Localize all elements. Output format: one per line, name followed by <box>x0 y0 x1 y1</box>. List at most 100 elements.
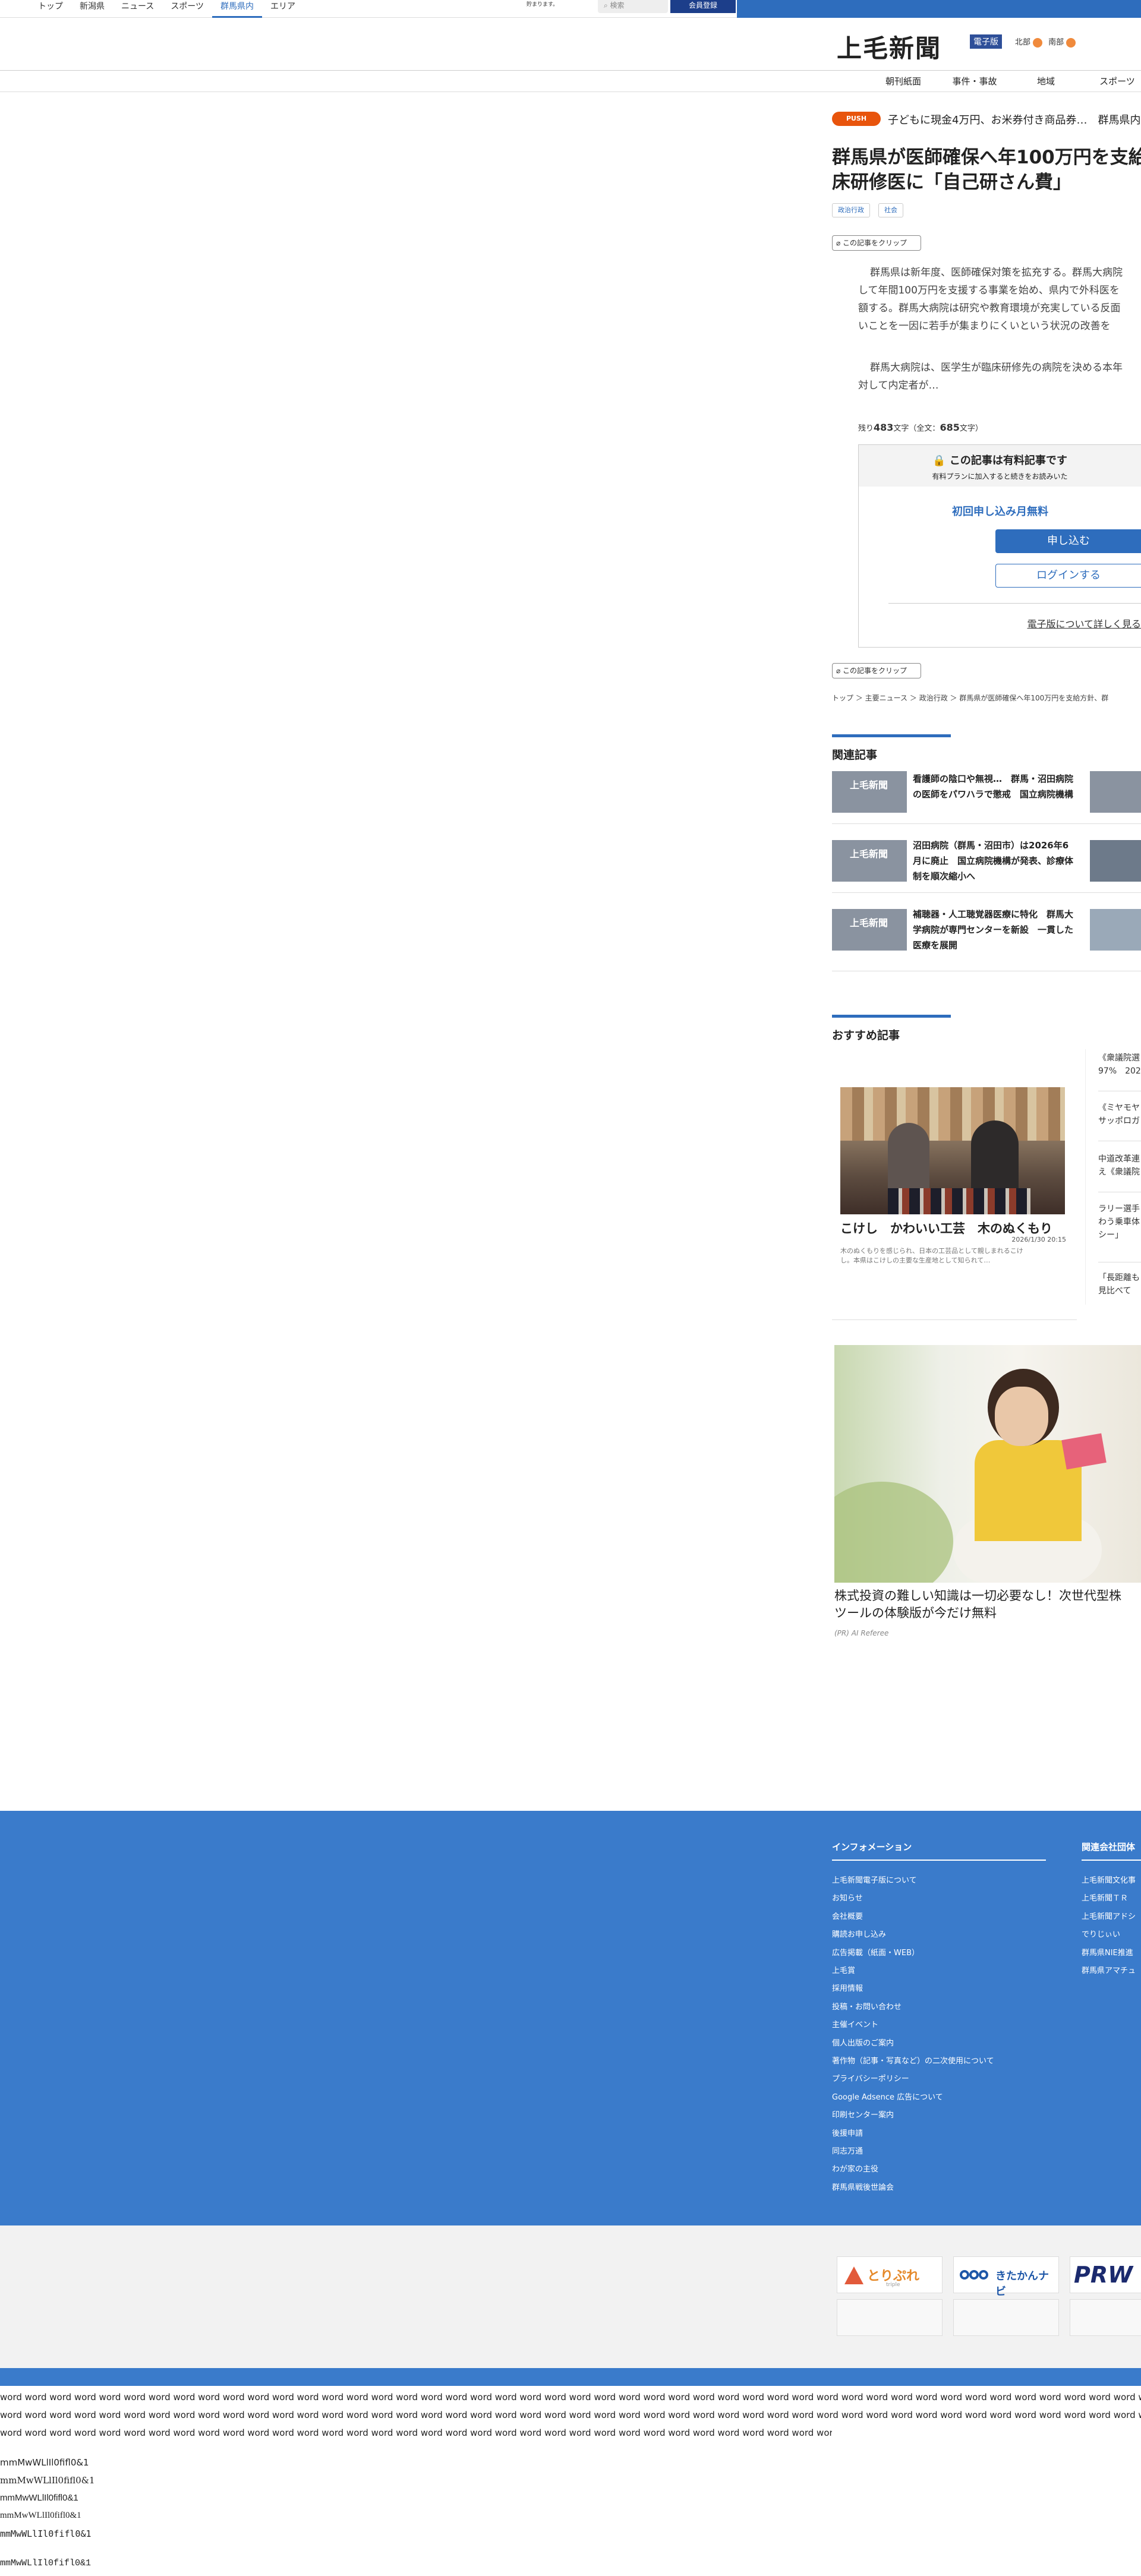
related-link[interactable]: 補聴器・人工聴覚器医療に特化 群馬大 学病院が専門センターを新設 一貫した 医療を展… <box>913 907 1085 953</box>
footer-group-link[interactable]: でりじぃい <box>1082 1928 1120 1939</box>
recommend-side-link[interactable]: 《ミヤモヤ サッポロガ <box>1098 1101 1141 1128</box>
gnav-item[interactable]: 地域 <box>1010 75 1082 87</box>
clip-button[interactable]: ⌀ この記事をクリップ <box>832 235 921 251</box>
gnav-item[interactable]: スポーツ <box>1082 75 1141 87</box>
glyph-sample: mmMwWLlIl0fifl0&1 <box>0 2511 81 2520</box>
footer-link[interactable]: 購読お申し込み <box>832 1928 886 1939</box>
footer-group-heading: 関連会社団体 <box>1082 1842 1136 1852</box>
footer-link[interactable]: 上毛新聞電子版について <box>832 1874 917 1885</box>
footer-link[interactable]: 投稿・お問い合わせ <box>832 2000 902 2012</box>
tag-link[interactable]: 政治行政 <box>832 203 870 217</box>
breadcrumb: トップ ＞ 主要ニュース ＞ 政治行政 ＞ 群馬県が医師確保へ年100万円を支給… <box>832 694 1109 702</box>
ad-image[interactable] <box>834 1345 1141 1583</box>
tag-link[interactable]: 社会 <box>878 203 903 217</box>
free-offer-text: 初回申し込み月無料 <box>952 506 1048 518</box>
kitakan-navi-banner[interactable]: きたかんナビ <box>953 2256 1059 2298</box>
related-thumb[interactable] <box>1090 909 1141 951</box>
footer-group-link[interactable]: 上毛新聞ＴＲ <box>1082 1892 1128 1903</box>
footer-group-link[interactable]: 群馬県NIE推進 <box>1082 1946 1133 1958</box>
banner-placeholder[interactable] <box>1070 2299 1141 2336</box>
banner-placeholder[interactable] <box>837 2299 943 2336</box>
filler-words: word word word word word word word word … <box>0 2392 1141 2438</box>
footer-link[interactable]: 会社概要 <box>832 1910 863 1921</box>
sun-icon <box>1033 37 1043 48</box>
section-accent-bar <box>832 1015 951 1018</box>
signup-button[interactable]: 申し込む <box>995 529 1141 553</box>
banner-placeholder[interactable] <box>953 2299 1059 2336</box>
top-nav-item[interactable]: エリア <box>262 0 304 18</box>
footer-link[interactable]: 主催イベント <box>832 2018 878 2029</box>
header-divider <box>0 70 1141 71</box>
footer-link[interactable]: 著作物（記事・写真など）の二次使用について <box>832 2054 994 2066</box>
related-link[interactable]: 看護師の陰口や無視… 群馬・沼田病院 の医師をパワハラで懲戒 国立病院機構 <box>913 771 1085 802</box>
clip-button[interactable]: ⌀ この記事をクリップ <box>832 663 921 678</box>
site-logo[interactable]: 上毛新聞 <box>837 29 941 65</box>
top-nav-item-active[interactable]: 群馬県内 <box>212 0 263 18</box>
footer-link[interactable]: 印刷センター案内 <box>832 2108 894 2120</box>
glyph-sample: mmMwWLlIl0fifl0&1 <box>0 2558 92 2568</box>
recommend-heading: おすすめ記事 <box>832 1029 900 1042</box>
footer-link[interactable]: Google Adsence 広告について <box>832 2091 943 2102</box>
glyph-sample: mmMwWLlIl0fifl0&1 <box>0 2475 95 2486</box>
paywall-subtitle: 有料プランに加入すると続きをお読みいた <box>932 472 1068 481</box>
ad-source: (PR) AI Referee <box>834 1629 889 1637</box>
mountain-icon <box>844 2266 863 2284</box>
toripure-banner[interactable]: とりぷれ triple <box>837 2256 943 2293</box>
lock-icon: 🔒 <box>932 454 946 467</box>
top-nav-item[interactable]: スポーツ <box>162 0 212 18</box>
related-thumb[interactable]: 上毛新聞 <box>832 909 907 951</box>
recommend-side-link[interactable]: ラリー選手 わう乗車体 シー」 <box>1098 1202 1141 1242</box>
paperclip-icon: ⌀ <box>836 239 843 247</box>
footer-link[interactable]: 群馬県戦後世論会 <box>832 2181 894 2192</box>
related-divider <box>832 823 1141 824</box>
push-headline[interactable]: 子どもに現金4万円、お米券付き商品券… 群馬県内の物 <box>888 112 1141 127</box>
prw-banner[interactable]: PRW <box>1070 2256 1141 2293</box>
recommend-side-link[interactable]: 《衆議院選 97% 202 <box>1098 1052 1141 1078</box>
footer-link[interactable]: 後援申請 <box>832 2127 863 2138</box>
footer <box>0 1811 1141 2225</box>
paperclip-icon: ⌀ <box>836 667 843 675</box>
circle-icon <box>969 2270 979 2280</box>
paywall-title: 🔒 この記事は有料記事です <box>932 454 1067 467</box>
top-search-input[interactable]: ⌕ 検索 <box>598 0 668 13</box>
related-thumb[interactable]: 上毛新聞 <box>832 771 907 813</box>
top-nav-item[interactable]: トップ <box>30 0 71 18</box>
bottom-blue-bar <box>0 2368 1141 2386</box>
ad-headline[interactable]: 株式投資の難しい知識は一切必要なし！次世代型株 ツールの体験版が今だけ無料 <box>834 1587 1141 1622</box>
footer-link[interactable]: 上毛賞 <box>832 1964 855 1975</box>
recommend-side-link[interactable]: 中道改革連 え《衆議院 <box>1098 1153 1141 1179</box>
related-thumb[interactable] <box>1090 840 1141 882</box>
recommend-title: こけし かわいい工芸 木のぬくもり <box>840 1221 1052 1236</box>
related-link[interactable]: 沼田病院（群馬・沼田市）は2026年6 月に廃止 国立病院機構が発表、診療体 制を順… <box>913 838 1085 884</box>
recommend-side-link[interactable]: 「長距離も 見比べて <box>1098 1271 1141 1298</box>
footer-link[interactable]: 広告掲載（紙面・WEB） <box>832 1946 919 1958</box>
top-nav-item[interactable]: ニュース <box>113 0 162 18</box>
related-thumb[interactable]: 上毛新聞 <box>832 840 907 882</box>
circle-icon <box>960 2270 969 2280</box>
gnav-item[interactable]: 朝刊紙面 <box>868 75 939 87</box>
partner-banners <box>0 2225 1141 2368</box>
footer-link[interactable]: プライバシーポリシー <box>832 2072 909 2083</box>
learn-more-link[interactable]: 電子版について詳しく見る <box>1027 616 1141 630</box>
weather-widget[interactable]: 北部 南部 <box>1015 36 1079 48</box>
footer-link[interactable]: 個人出版のご案内 <box>832 2037 894 2048</box>
related-divider <box>832 892 1141 893</box>
footer-link[interactable]: 採用情報 <box>832 1982 863 1993</box>
point-logo[interactable]: 貯まります。 <box>527 0 558 14</box>
footer-group-link[interactable]: 上毛新聞アドシ <box>1082 1910 1136 1921</box>
glyph-sample: mmMwWLlIl0fifl0&1 <box>0 2457 89 2468</box>
related-thumb[interactable] <box>1090 771 1141 813</box>
login-button[interactable]: ログインする <box>995 564 1141 588</box>
register-button[interactable]: 会員登録 <box>670 0 736 13</box>
push-badge: PUSH <box>832 112 881 126</box>
recommend-card[interactable]: こけし かわいい工芸 木のぬくもり 2026/1/30 20:15 木のぬくもり… <box>832 1069 1077 1320</box>
footer-group-link[interactable]: 群馬県アマチュ <box>1082 1964 1136 1975</box>
footer-link[interactable]: わが家の主役 <box>832 2163 878 2174</box>
footer-group-link[interactable]: 上毛新聞文化事 <box>1082 1874 1136 1885</box>
footer-link[interactable]: お知らせ <box>832 1892 863 1903</box>
search-icon: ⌕ <box>604 1 610 10</box>
footer-link[interactable]: 同志万通 <box>832 2145 863 2156</box>
top-nav-item[interactable]: 新潟県 <box>71 0 113 18</box>
gnav-item[interactable]: 事件・事故 <box>939 75 1010 87</box>
article-paragraph: 群馬県は新年度、医師確保対策を拡充する。群馬大病院 して年間100万円を支援する… <box>858 267 1123 332</box>
